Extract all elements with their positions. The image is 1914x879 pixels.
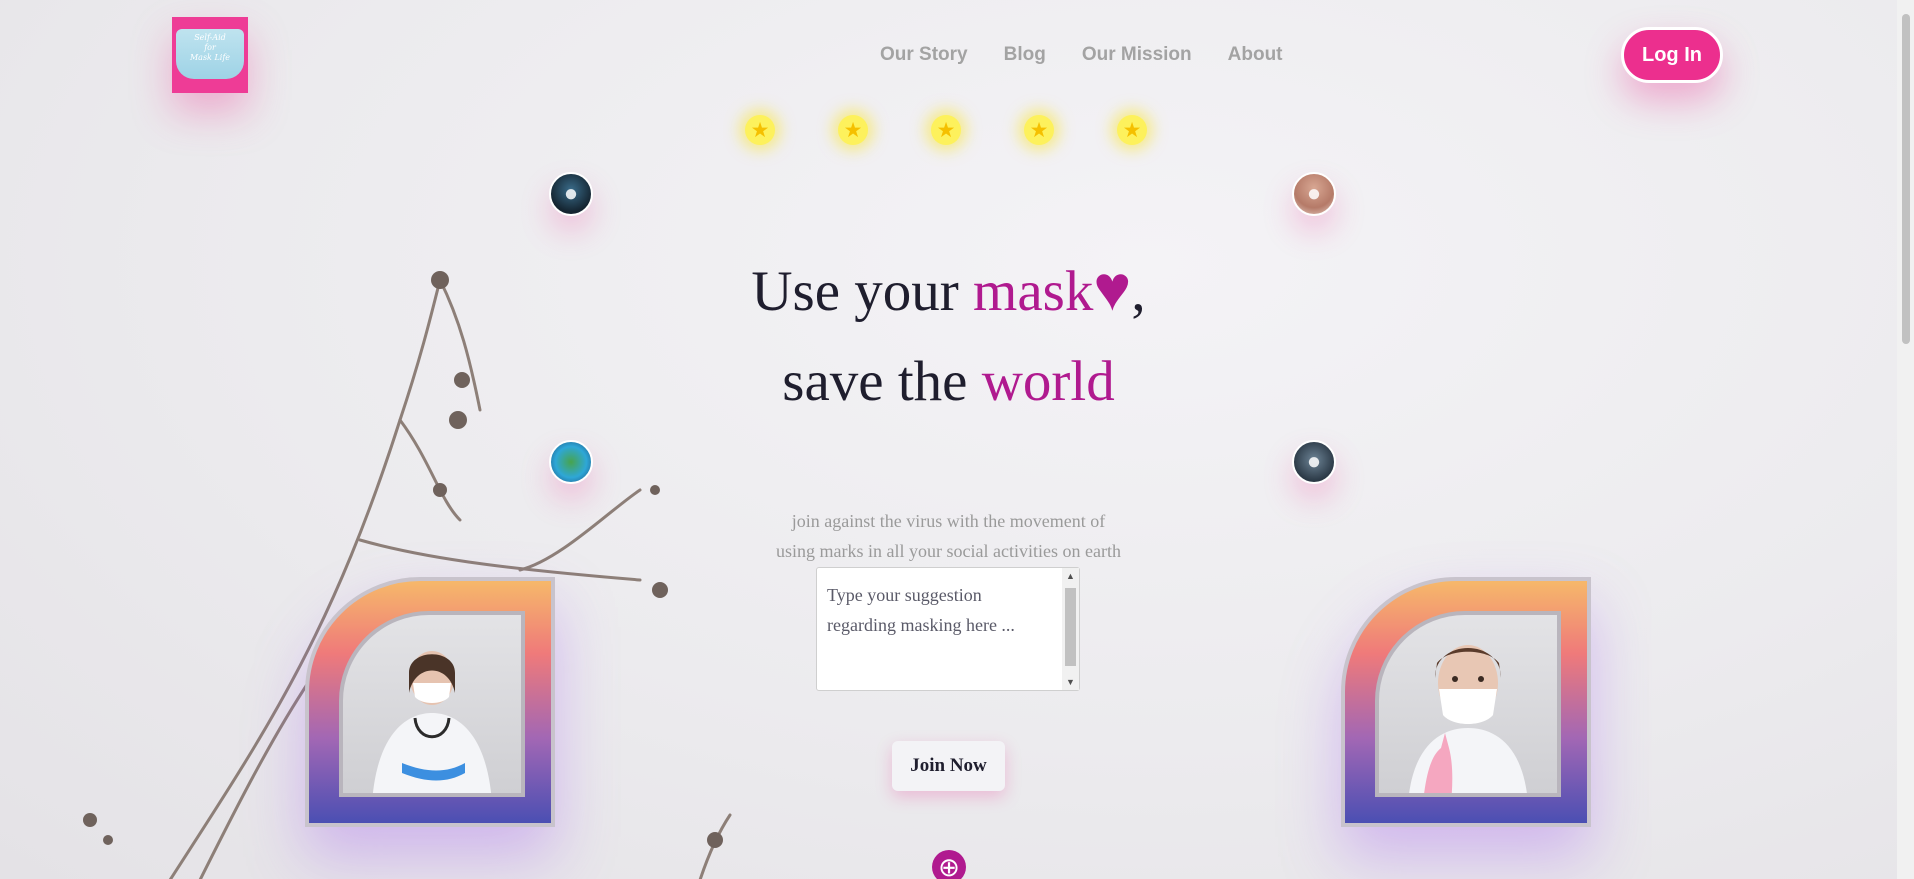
person-icon: ● — [1306, 448, 1322, 475]
textarea-scroll-thumb[interactable] — [1065, 588, 1076, 666]
doctor-card-left — [305, 577, 555, 827]
subtext-line1: join against the virus with the movement… — [791, 511, 1106, 531]
star-icon: ★ — [838, 115, 868, 145]
page-scroll-thumb[interactable] — [1902, 14, 1910, 344]
join-now-button[interactable]: Join Now — [892, 741, 1005, 791]
main-nav: Our Story Blog Our Mission About — [880, 44, 1283, 66]
doctor-photo-right — [1375, 611, 1561, 797]
heart-icon: ♥ — [1093, 253, 1132, 324]
nav-our-mission[interactable]: Our Mission — [1082, 44, 1192, 66]
hero-headline: Use your mask♥, save the world — [0, 244, 1897, 427]
logo-mask-graphic: Self-Aid for Mask Life — [176, 29, 244, 79]
login-button[interactable]: Log In — [1621, 27, 1723, 83]
earth-globe-icon — [549, 440, 593, 484]
avatar: ● — [1292, 172, 1336, 216]
doctor-figure-right — [1409, 645, 1527, 793]
logo-text-3: Mask Life — [189, 53, 231, 62]
star-icon: ★ — [1117, 115, 1147, 145]
headline-accent-mask: mask — [973, 260, 1094, 323]
scroll-up-arrow-icon[interactable]: ▲ — [1062, 568, 1079, 584]
headline-line1: Use your mask♥, — [751, 253, 1146, 324]
star-icon: ★ — [931, 115, 961, 145]
logo-text-1: Self-Aid — [194, 33, 226, 42]
textarea-scrollbar[interactable]: ▲ ▼ — [1062, 568, 1079, 690]
headline-line2: save the world — [782, 350, 1114, 413]
brand-logo[interactable]: Self-Aid for Mask Life — [172, 17, 248, 93]
star-icon: ★ — [1024, 115, 1054, 145]
avatar: ● — [1292, 440, 1336, 484]
headline-text-2: save the — [782, 350, 982, 413]
avatar: ● — [549, 172, 593, 216]
headline-accent-world: world — [981, 350, 1115, 413]
suggestion-box: ▲ ▼ — [816, 567, 1080, 691]
headline-text: Use your — [751, 260, 974, 323]
landing-page: Self-Aid for Mask Life Our Story Blog Ou… — [0, 0, 1897, 879]
headline-comma: , — [1131, 260, 1146, 323]
nav-our-story[interactable]: Our Story — [880, 44, 968, 66]
page-scrollbar[interactable] — [1897, 0, 1914, 879]
globe-icon[interactable]: ⊕ — [932, 850, 966, 879]
doctor-card-right — [1341, 577, 1591, 827]
person-icon: ● — [563, 180, 579, 207]
doctor-figure-left — [373, 651, 491, 793]
nav-about[interactable]: About — [1228, 44, 1283, 66]
suggestion-textarea[interactable] — [817, 568, 1062, 690]
hero-subtext: join against the virus with the movement… — [0, 506, 1897, 566]
subtext-line2: using marks in all your social activitie… — [776, 541, 1121, 561]
logo-text-2: for — [204, 43, 216, 52]
person-icon: ● — [1306, 180, 1322, 207]
star-icon: ★ — [745, 115, 775, 145]
nav-blog[interactable]: Blog — [1004, 44, 1046, 66]
star-rating: ★ ★ ★ ★ ★ — [745, 115, 1147, 145]
doctor-photo-left — [339, 611, 525, 797]
scroll-down-arrow-icon[interactable]: ▼ — [1062, 674, 1079, 690]
